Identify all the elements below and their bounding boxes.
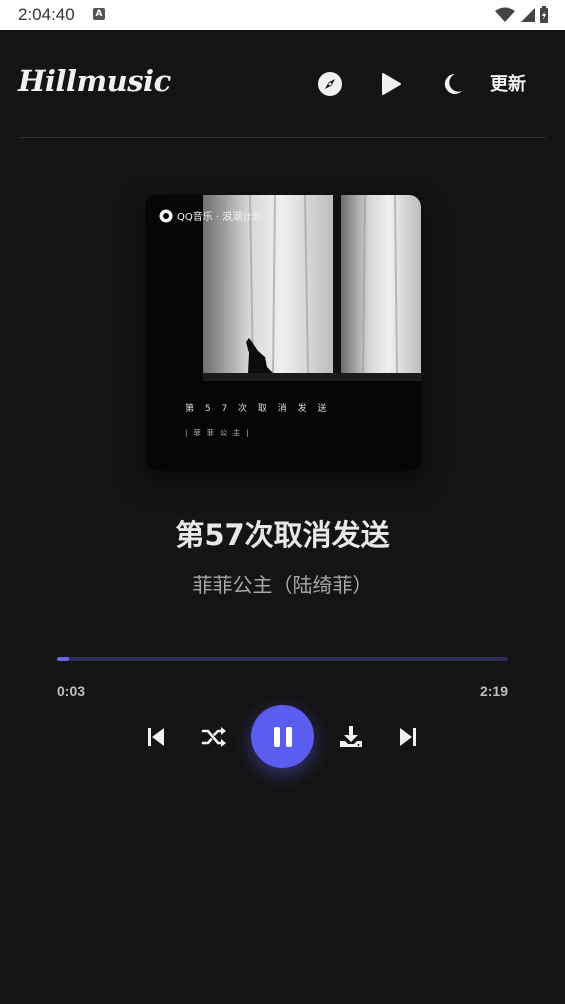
shuffle-icon [201,727,226,747]
compass-icon [318,72,342,96]
progress-fill [57,657,70,661]
previous-icon [148,728,164,746]
dark-mode-button[interactable] [436,68,468,100]
download-button[interactable] [334,720,368,754]
download-icon [340,726,362,747]
app-header: Hillmusic 更新 [0,30,565,137]
pause-icon [273,726,292,747]
cover-artist-text: | 菲 菲 公 主 | [185,429,251,437]
notification-icon: A [93,8,105,20]
update-button[interactable]: 更新 [490,70,526,96]
battery-icon [540,6,548,23]
next-icon [400,728,416,746]
album-cover: QQ音乐 · 浪潮计划 第 5 7 次 取 消 发 送 | 菲 菲 公 主 | [145,195,421,471]
pause-button[interactable] [251,705,314,768]
next-button[interactable] [391,720,425,754]
previous-button[interactable] [139,720,173,754]
song-title: 第57次取消发送 [175,518,390,552]
status-indicators [495,6,549,24]
total-time: 2:19 [479,683,508,699]
play-icon [382,73,401,95]
current-time: 0:03 [57,683,86,699]
shuffle-button[interactable] [197,720,231,754]
progress-bar[interactable] [57,657,508,661]
app-logo: Hillmusic [18,64,171,98]
header-divider [19,137,546,138]
moon-icon [444,73,462,94]
qq-music-logo-icon [159,209,173,222]
play-page-button[interactable] [375,68,407,100]
discover-button[interactable] [314,68,346,100]
cover-brand: QQ音乐 · 浪潮计划 [159,208,262,223]
signal-icon [521,8,535,22]
wifi-icon [495,7,515,22]
cover-title-text: 第 5 7 次 取 消 发 送 [185,404,331,414]
status-time: 2:04:40 [18,5,75,24]
cover-brand-text: QQ音乐 · 浪潮计划 [177,212,263,223]
status-bar: 2:04:40 A [0,0,565,30]
song-artist: 菲菲公主（陆绮菲） [192,573,373,597]
